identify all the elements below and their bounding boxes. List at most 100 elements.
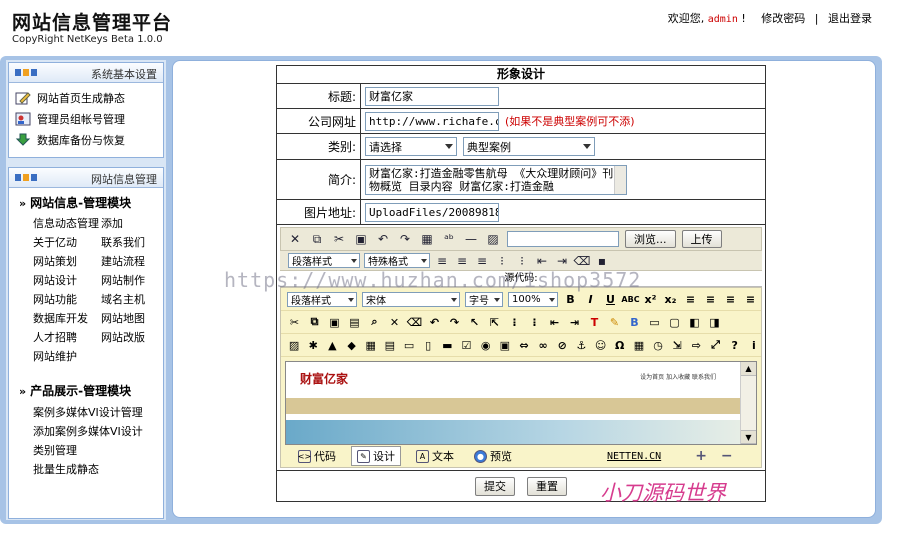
eraser-icon[interactable]: ⌫: [574, 253, 591, 269]
scroll-up-icon[interactable]: ▲: [741, 362, 756, 376]
group-title-products[interactable]: » 产品展示-管理模块: [9, 364, 163, 403]
menu-item[interactable]: 域名主机: [101, 291, 171, 307]
paragraph-style-select[interactable]: 段落样式: [288, 253, 360, 268]
italic-icon[interactable]: I: [583, 292, 598, 307]
ordered-list-icon[interactable]: ⁝: [507, 315, 522, 330]
delete-icon[interactable]: ✕: [387, 315, 402, 330]
zoom-in-icon[interactable]: +: [695, 448, 707, 464]
font-color-icon[interactable]: T: [587, 315, 602, 330]
image-path-input[interactable]: UploadFiles/200898182: [365, 202, 499, 222]
page-break-icon[interactable]: ⇲: [670, 338, 684, 353]
menu-item[interactable]: 添加案例多媒体VI设计: [33, 422, 163, 441]
bold-icon[interactable]: B: [563, 292, 578, 307]
upload-button[interactable]: 上传: [681, 230, 722, 248]
copy-icon[interactable]: ⧉: [307, 315, 322, 330]
background-color-icon[interactable]: B: [627, 315, 642, 330]
checkbox-icon[interactable]: ☑: [459, 338, 473, 353]
align-left-icon[interactable]: ≡: [434, 253, 450, 269]
change-password-link[interactable]: 修改密码: [761, 12, 805, 25]
save-icon[interactable]: ▪: [594, 253, 610, 269]
underline-icon[interactable]: U: [603, 292, 618, 307]
indent-icon[interactable]: ⇥: [567, 315, 582, 330]
textarea-icon[interactable]: ▯: [421, 338, 435, 353]
indent-icon[interactable]: ⇥: [554, 253, 570, 269]
symbol-icon[interactable]: Ω: [613, 338, 627, 353]
date-icon[interactable]: ▦: [632, 338, 646, 353]
cut-icon[interactable]: ✂: [287, 315, 302, 330]
highlight-icon[interactable]: ✎: [607, 315, 622, 330]
scroll-down-icon[interactable]: ▼: [741, 430, 756, 444]
undo-icon[interactable]: ↶: [427, 315, 442, 330]
summary-textarea[interactable]: 财富亿家:打造金融零售航母 《大众理财顾问》刊物概览 目录内容 财富亿家:打造金…: [365, 164, 627, 195]
radio-icon[interactable]: ◉: [479, 338, 493, 353]
menu-item[interactable]: 网站维护: [33, 348, 101, 364]
menu-item[interactable]: 网站功能: [33, 291, 101, 307]
justify-icon[interactable]: ≡: [743, 292, 758, 307]
image-icon[interactable]: ▨: [485, 231, 501, 247]
box-icon[interactable]: ▢: [667, 315, 682, 330]
editor-scrollbar[interactable]: ▲ ▼: [740, 362, 756, 444]
ordered-list-icon[interactable]: ⁝: [494, 253, 510, 269]
scrollbar[interactable]: [614, 165, 626, 194]
cut-icon[interactable]: ✂: [331, 231, 347, 247]
logout-link[interactable]: 退出登录: [828, 12, 872, 25]
realplay-icon[interactable]: ◆: [344, 338, 358, 353]
fullscreen-icon[interactable]: ⤢: [708, 338, 722, 353]
form-icon[interactable]: ▭: [402, 338, 416, 353]
align-center-icon[interactable]: ≡: [703, 292, 718, 307]
paste-text-icon[interactable]: ▤: [347, 315, 362, 330]
help-icon[interactable]: ?: [728, 338, 742, 353]
layer-back-icon[interactable]: ◨: [707, 315, 722, 330]
menu-item[interactable]: 人才招聘: [33, 329, 101, 345]
menu-item[interactable]: 网站设计: [33, 272, 101, 288]
menu-item[interactable]: 案例多媒体VI设计管理: [33, 403, 163, 422]
paste-icon[interactable]: ▣: [327, 315, 342, 330]
sidebar-item-db-backup[interactable]: 数据库备份与恢复: [9, 129, 163, 150]
netten-link[interactable]: NETTEN.CN: [607, 451, 661, 462]
menu-item[interactable]: 批量生成静态: [33, 460, 163, 479]
menu-item[interactable]: 添加: [101, 215, 171, 231]
time-icon[interactable]: ◷: [651, 338, 665, 353]
tab-design[interactable]: ✎ 设计: [351, 446, 401, 466]
category-select-child[interactable]: 典型案例: [463, 137, 595, 156]
menu-item[interactable]: 类别管理: [33, 441, 163, 460]
iframe-icon[interactable]: ▣: [498, 338, 512, 353]
absolute-position-icon[interactable]: ⇱: [487, 315, 502, 330]
strikethrough-icon[interactable]: ABC: [621, 292, 639, 307]
tab-preview[interactable]: ● 预览: [469, 447, 517, 465]
align-left-icon[interactable]: ≡: [683, 292, 698, 307]
abc-icon[interactable]: ᵃᵇ: [441, 231, 457, 247]
reset-button[interactable]: 重置: [527, 476, 567, 496]
find-icon[interactable]: ⌕: [367, 315, 382, 330]
group-title-site-info[interactable]: » 网站信息-管理模块: [9, 188, 163, 215]
rule-icon[interactable]: —: [463, 231, 479, 247]
button-icon[interactable]: ▬: [440, 338, 454, 353]
align-right-icon[interactable]: ≡: [474, 253, 490, 269]
submit-button[interactable]: 提交: [475, 476, 515, 496]
menu-item[interactable]: 网站地图: [101, 310, 171, 326]
insert-image-icon[interactable]: ▨: [287, 338, 301, 353]
menu-item[interactable]: 信息动态管理: [33, 215, 101, 231]
menu-item[interactable]: 数据库开发: [33, 310, 101, 326]
menu-item[interactable]: 网站制作: [101, 272, 171, 288]
align-center-icon[interactable]: ≡: [454, 253, 470, 269]
menu-item[interactable]: 联系我们: [101, 234, 171, 250]
menu-item[interactable]: 网站策划: [33, 253, 101, 269]
title-input[interactable]: 财富亿家: [365, 86, 499, 106]
special-format-select[interactable]: 特殊格式: [364, 253, 430, 268]
editor-style-select[interactable]: 段落样式: [287, 291, 357, 307]
undo-icon[interactable]: ↶: [375, 231, 391, 247]
sidebar-item-admin-accounts[interactable]: 管理员组帐号管理: [9, 108, 163, 129]
unlink-icon[interactable]: ⊘: [555, 338, 569, 353]
eraser-icon[interactable]: ⌫: [407, 315, 423, 330]
outdent-icon[interactable]: ⇤: [534, 253, 550, 269]
sidebar-item-generate-static[interactable]: 网站首页生成静态: [9, 87, 163, 108]
marquee-icon[interactable]: ⇔: [517, 338, 531, 353]
border-icon[interactable]: ▭: [647, 315, 662, 330]
select-icon[interactable]: ↖: [467, 315, 482, 330]
import-icon[interactable]: ⇨: [689, 338, 703, 353]
paste-icon[interactable]: ▣: [353, 231, 369, 247]
about-icon[interactable]: i: [747, 338, 761, 353]
file-input[interactable]: [507, 231, 619, 247]
url-input[interactable]: http://www.richafe.co: [365, 111, 499, 131]
